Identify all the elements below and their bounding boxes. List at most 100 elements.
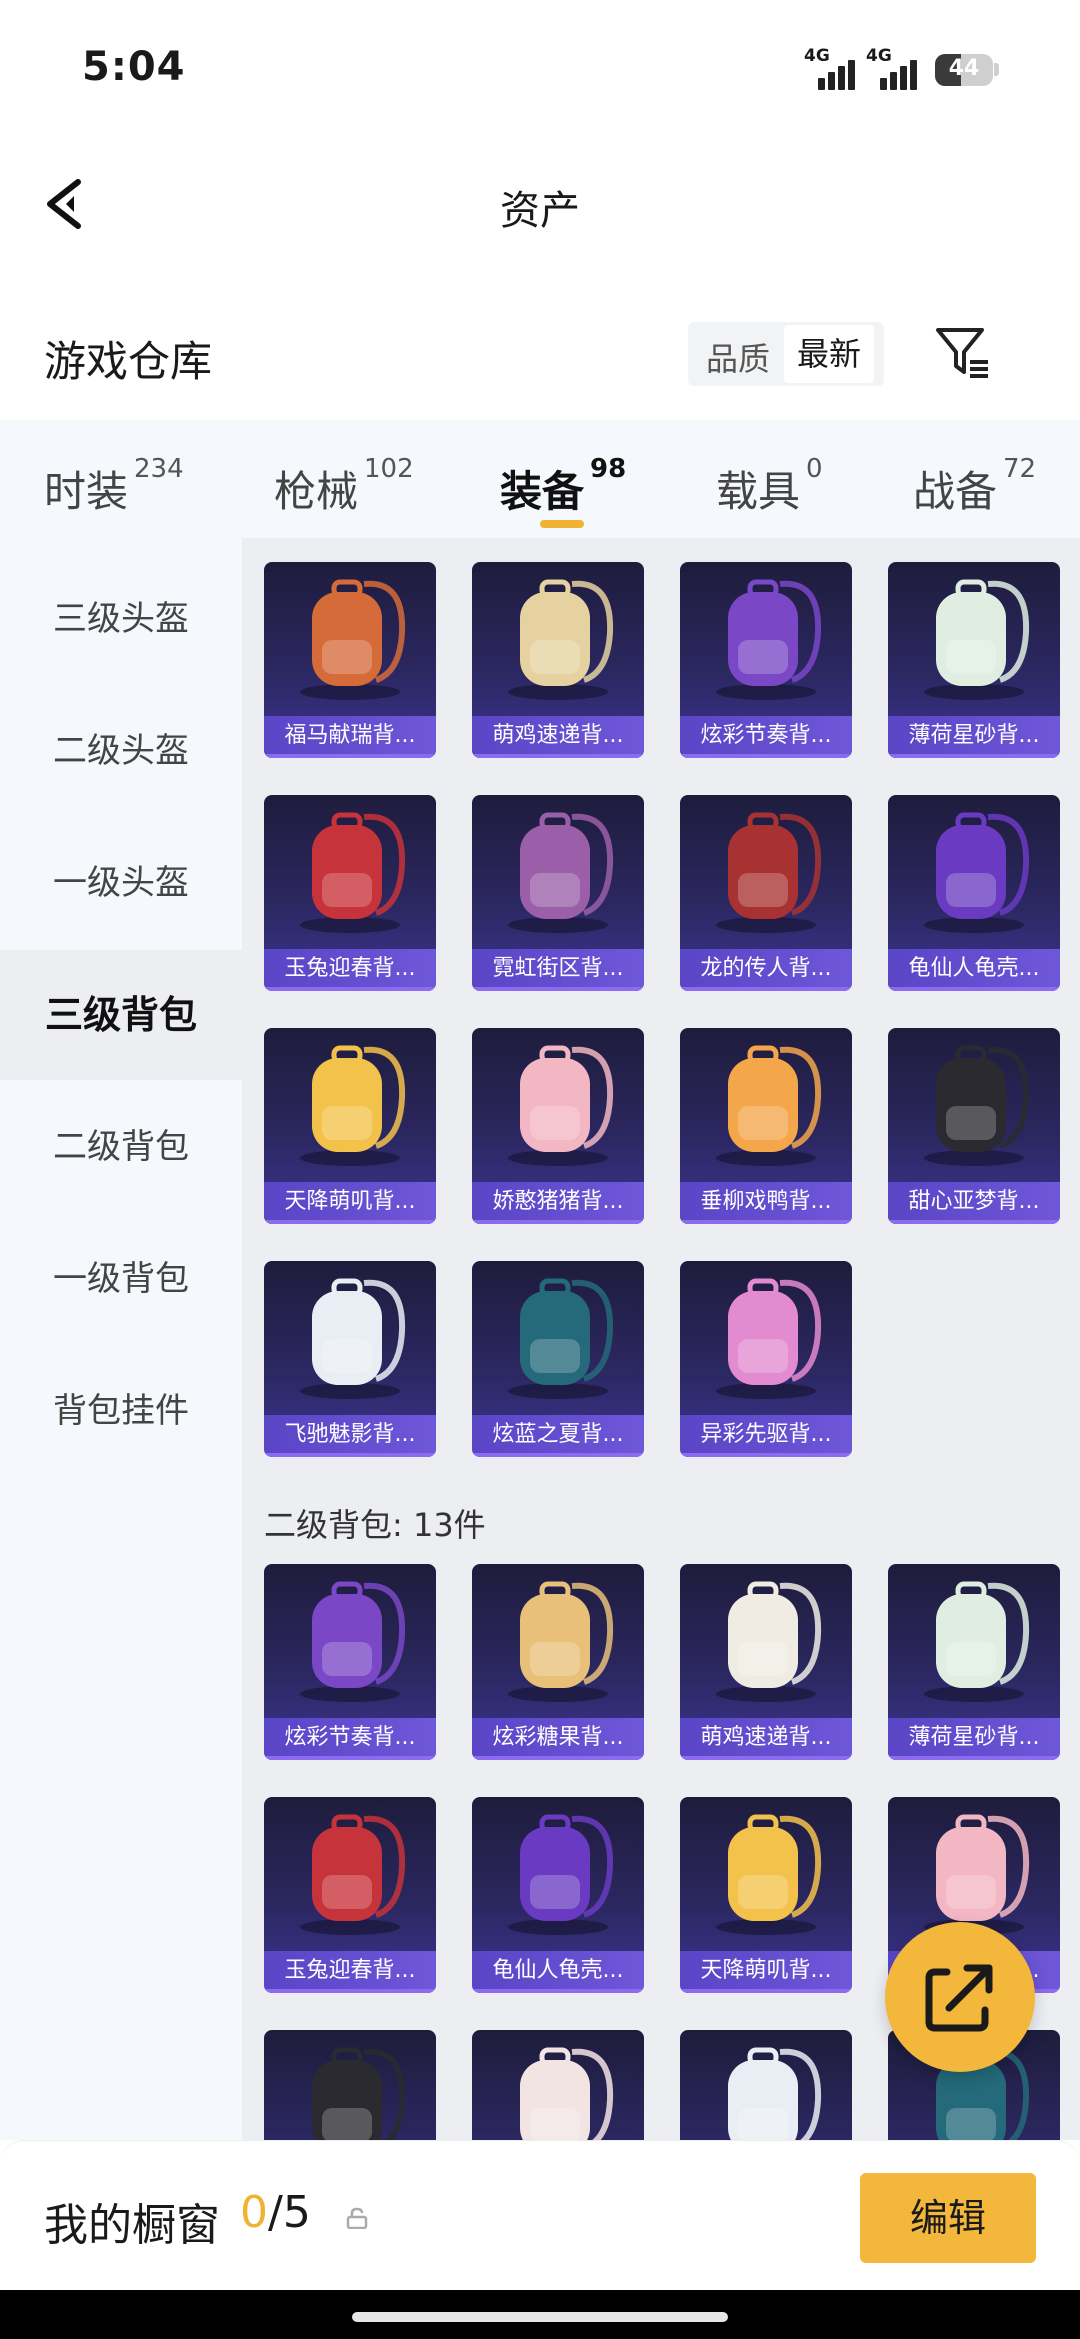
backpack-horse-icon — [264, 562, 436, 712]
item-name: 异彩先驱背... — [680, 1415, 852, 1457]
battery-tip — [994, 63, 999, 76]
signal-icon: 4G — [804, 46, 874, 90]
item-card[interactable]: 飞驰魅影背... — [264, 1261, 436, 1457]
item-name: 龟仙人龟壳... — [888, 949, 1060, 991]
share-icon — [925, 1964, 993, 2032]
sort-latest-button[interactable]: 最新 — [784, 325, 874, 383]
sort-quality-button[interactable]: 品质 — [706, 334, 770, 380]
item-name: 天降萌叽背... — [264, 1182, 436, 1224]
tab-vehicles[interactable]: 载具 0 — [716, 454, 823, 519]
item-card[interactable] — [264, 2030, 436, 2140]
item-name: 娇憨猪猪背... — [472, 1182, 644, 1224]
item-name: 垂柳戏鸭背... — [680, 1182, 852, 1224]
item-card[interactable]: 萌鸡速递背... — [472, 562, 644, 758]
item-name: 薄荷星砂背... — [888, 1718, 1060, 1760]
battery-icon: 44 — [935, 54, 993, 86]
item-name: 萌鸡速递背... — [472, 716, 644, 758]
item-card[interactable]: 炫彩节奏背... — [680, 562, 852, 758]
item-card[interactable] — [472, 2030, 644, 2140]
top-bar: 资产 — [0, 150, 1080, 260]
sidebar-item-backpack-1[interactable]: 一级背包 — [0, 1214, 242, 1344]
item-name: 萌鸡速递背... — [680, 1718, 852, 1760]
backpack-purple-icon — [264, 1564, 436, 1714]
sidebar-item-backpack-2[interactable]: 二级背包 — [0, 1082, 242, 1212]
my-window-label: 我的橱窗 — [44, 2200, 220, 2251]
status-bar: 5:04 4G 4G 44 — [0, 0, 1080, 140]
item-grid: 二级背包: 13件 福马献瑞背... 萌鸡速递背... 炫彩节奏背... 薄荷星砂背.… — [242, 538, 1080, 2140]
warehouse-header: 游戏仓库 品质 最新 — [0, 300, 1080, 410]
backpack-purple-icon — [680, 562, 852, 712]
backpack-duck-icon — [680, 1028, 852, 1178]
signal-icon-2: 4G — [866, 46, 936, 90]
window-count: 0/5 — [240, 2187, 311, 2238]
item-card[interactable]: 天降萌叽背... — [680, 1797, 852, 1993]
backpack-neon-icon — [472, 795, 644, 945]
backpack-dragon-icon — [680, 795, 852, 945]
clock: 5:04 — [82, 44, 186, 90]
item-card[interactable]: 龟仙人龟壳... — [888, 795, 1060, 991]
share-button[interactable] — [885, 1922, 1035, 2072]
item-card[interactable] — [680, 2030, 852, 2140]
item-name: 玉兔迎春背... — [264, 949, 436, 991]
item-card[interactable]: 玉兔迎春背... — [264, 1797, 436, 1993]
item-card[interactable]: 异彩先驱背... — [680, 1261, 852, 1457]
tab-fashion[interactable]: 时装 234 — [44, 454, 184, 519]
item-card[interactable]: 龟仙人龟壳... — [472, 1797, 644, 1993]
item-name: 炫彩糖果背... — [472, 1718, 644, 1760]
backpack-chick-icon — [680, 1564, 852, 1714]
item-name: 薄荷星砂背... — [888, 716, 1060, 758]
item-card[interactable]: 炫彩节奏背... — [264, 1564, 436, 1760]
page-title: 资产 — [500, 188, 580, 234]
backpack-mint-icon — [888, 562, 1060, 712]
item-name: 霓虹街区背... — [472, 949, 644, 991]
tab-supplies[interactable]: 战备 72 — [913, 454, 1036, 519]
item-card[interactable]: 龙的传人背... — [680, 795, 852, 991]
item-card[interactable]: 薄荷星砂背... — [888, 562, 1060, 758]
item-card[interactable]: 霓虹街区背... — [472, 795, 644, 991]
item-name: 龟仙人龟壳... — [472, 1951, 644, 1993]
item-card[interactable]: 甜心亚梦背... — [888, 1028, 1060, 1224]
tab-guns[interactable]: 枪械 102 — [274, 454, 414, 519]
backpack-red-white-icon — [264, 1797, 436, 1947]
bottom-bar: 我的橱窗 0/5 编辑 — [0, 2140, 1080, 2291]
sidebar-item-helmet-3[interactable]: 三级头盔 — [0, 554, 242, 684]
item-name: 福马献瑞背... — [264, 716, 436, 758]
backpack-black-icon — [264, 2030, 436, 2140]
item-card[interactable]: 娇憨猪猪背... — [472, 1028, 644, 1224]
filter-icon[interactable] — [934, 324, 992, 382]
backpack-teal-icon — [472, 1261, 644, 1411]
backpack-white-pink-icon — [472, 2030, 644, 2140]
backpack-white-yellow-icon — [680, 2030, 852, 2140]
item-card[interactable]: 薄荷星砂背... — [888, 1564, 1060, 1760]
item-card[interactable]: 炫彩糖果背... — [472, 1564, 644, 1760]
item-name: 炫彩节奏背... — [680, 716, 852, 758]
item-card[interactable]: 萌鸡速递背... — [680, 1564, 852, 1760]
backpack-turtle-icon — [888, 795, 1060, 945]
item-card[interactable]: 垂柳戏鸭背... — [680, 1028, 852, 1224]
sidebar: 三级头盔 二级头盔 一级头盔 三级背包 二级背包 一级背包 背包挂件 — [0, 538, 242, 2140]
backpack-pig-icon — [472, 1028, 644, 1178]
sidebar-item-helmet-2[interactable]: 二级头盔 — [0, 686, 242, 816]
section-title-level2: 二级背包: 13件 — [264, 1506, 486, 1544]
item-name: 甜心亚梦背... — [888, 1182, 1060, 1224]
warehouse-title: 游戏仓库 — [44, 337, 213, 386]
backpack-yellow-icon — [680, 1797, 852, 1947]
sidebar-item-backpack-3[interactable]: 三级背包 — [0, 950, 242, 1080]
item-card[interactable]: 炫蓝之夏背... — [472, 1261, 644, 1457]
item-name: 炫彩节奏背... — [264, 1718, 436, 1760]
tab-equipment[interactable]: 装备 98 — [500, 454, 626, 519]
sidebar-item-helmet-1[interactable]: 一级头盔 — [0, 818, 242, 948]
backpack-pink-icon — [680, 1261, 852, 1411]
active-tab-indicator — [540, 520, 584, 528]
backpack-black-icon — [888, 1028, 1060, 1178]
item-card[interactable]: 玉兔迎春背... — [264, 795, 436, 991]
home-indicator[interactable] — [352, 2312, 728, 2322]
item-name: 炫蓝之夏背... — [472, 1415, 644, 1457]
sidebar-item-backpack-charm[interactable]: 背包挂件 — [0, 1346, 242, 1476]
lock-icon — [346, 2207, 368, 2230]
backpack-turtle-icon — [472, 1797, 644, 1947]
category-tabs: 时装 234 枪械 102 装备 98 载具 0 战备 72 — [0, 420, 1080, 538]
item-card[interactable]: 天降萌叽背... — [264, 1028, 436, 1224]
edit-button[interactable]: 编辑 — [860, 2173, 1036, 2263]
item-card[interactable]: 福马献瑞背... — [264, 562, 436, 758]
